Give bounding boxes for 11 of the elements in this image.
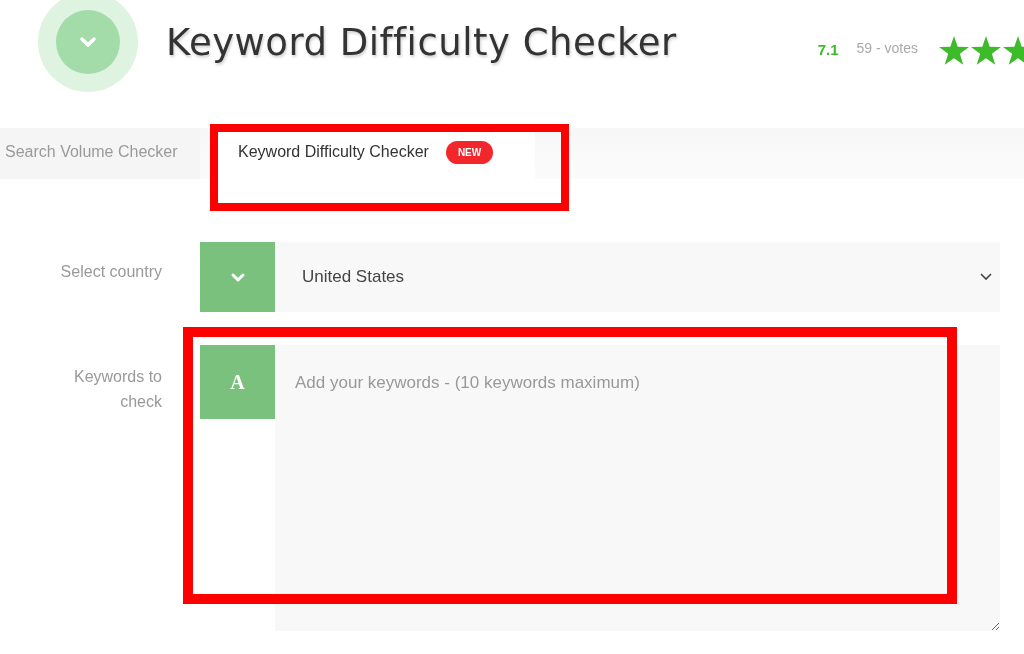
field-label: Keywords to check	[72, 367, 162, 412]
field-label: Select country	[59, 262, 162, 282]
country-select[interactable]: United States	[275, 242, 1000, 312]
page-title: Keyword Difficulty Checker	[166, 20, 677, 64]
rating-score: 7.1	[817, 40, 839, 58]
dropdown-icon	[200, 242, 275, 312]
vote-count: 59 - votes	[856, 40, 918, 56]
new-badge: NEW	[445, 140, 494, 164]
letter-icon: A	[200, 345, 275, 419]
keywords-field[interactable]: Add your keywords - (10 keywords maximum)	[275, 345, 1000, 631]
caret-icon	[980, 273, 992, 281]
